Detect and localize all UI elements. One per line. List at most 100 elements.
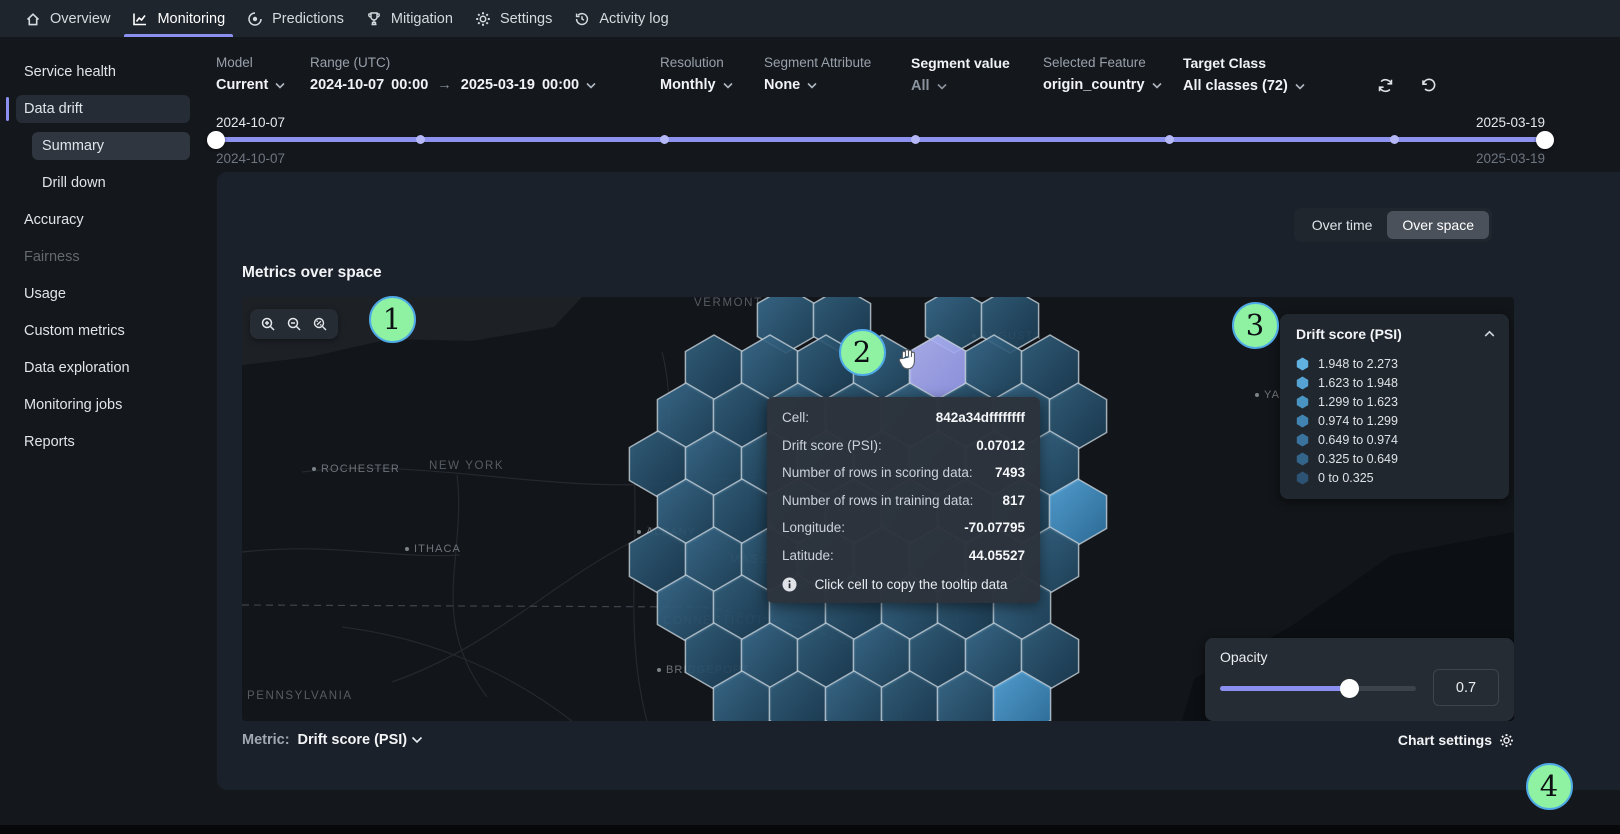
- range-end-label: 2025-03-19: [1476, 115, 1545, 130]
- opacity-slider[interactable]: [1220, 686, 1416, 691]
- legend-range-label: 1.299 to 1.623: [1318, 395, 1398, 409]
- sidebar-item-summary[interactable]: Summary: [32, 132, 190, 160]
- hexagon-swatch-icon: [1296, 471, 1309, 485]
- top-navigation: Overview Monitoring Predictions Mitigati…: [0, 0, 1620, 37]
- target-class-dropdown[interactable]: All classes (72): [1183, 78, 1323, 94]
- sidebar-item-usage[interactable]: Usage: [16, 280, 190, 308]
- legend-range-label: 0 to 0.325: [1318, 471, 1374, 485]
- target-icon: [247, 11, 263, 27]
- chart-settings-button[interactable]: Chart settings: [1398, 732, 1514, 748]
- hand-cursor-icon: [894, 345, 922, 373]
- sidebar-item-drill-down[interactable]: Drill down: [32, 169, 190, 197]
- zoom-in-button[interactable]: [260, 316, 276, 332]
- chevron-down-icon: [1152, 82, 1162, 89]
- view-toggle: Over time Over space: [1294, 208, 1492, 242]
- rotate-ccw-icon: [1420, 77, 1437, 94]
- refresh-button[interactable]: [1377, 77, 1394, 115]
- target-class-field: Target Class All classes (72): [1183, 55, 1323, 115]
- tooltip-row: Number of rows in scoring data:7493: [782, 465, 1025, 481]
- nav-label: Settings: [500, 11, 552, 27]
- sidebar-item-monitoring-jobs[interactable]: Monitoring jobs: [16, 391, 190, 419]
- range-start-label: 2024-10-07: [216, 115, 285, 130]
- sidebar-item-data-drift[interactable]: Data drift: [16, 95, 190, 123]
- legend-items: 1.948 to 2.2731.623 to 1.9481.299 to 1.6…: [1296, 354, 1495, 487]
- tooltip-row-label: Cell:: [782, 410, 809, 426]
- selected-feature-dropdown[interactable]: origin_country: [1043, 77, 1151, 93]
- legend-range-label: 0.649 to 0.974: [1318, 433, 1398, 447]
- hexagon-swatch-icon: [1296, 414, 1309, 428]
- sidebar-item-reports[interactable]: Reports: [16, 428, 190, 456]
- annotation-marker-4: 4: [1526, 763, 1573, 810]
- toggle-over-time[interactable]: Over time: [1297, 211, 1388, 239]
- zoom-out-button[interactable]: [286, 316, 302, 332]
- history-icon: [574, 11, 590, 27]
- gear-icon: [1499, 733, 1514, 748]
- chevron-down-icon: [807, 82, 817, 89]
- chevron-down-icon: [411, 736, 423, 744]
- zoom-out-icon: [286, 316, 302, 332]
- sidebar-item-service-health[interactable]: Service health: [16, 58, 190, 86]
- sidebar-item-accuracy[interactable]: Accuracy: [16, 206, 190, 234]
- legend-title: Drift score (PSI): [1296, 326, 1402, 342]
- range-dropdown[interactable]: 2024-10-07 00:00 → 2025-03-19 00:00: [310, 77, 628, 93]
- zoom-fit-icon: [312, 316, 328, 332]
- resolution-field: Resolution Monthly: [660, 55, 732, 115]
- slider-tick-dot: [660, 135, 669, 144]
- range-end-sublabel: 2025-03-19: [1476, 151, 1545, 166]
- slider-tick-dot: [1390, 135, 1399, 144]
- sidebar-item-custom-metrics[interactable]: Custom metrics: [16, 317, 190, 345]
- tooltip-row: Longitude:-70.07795: [782, 520, 1025, 536]
- filter-toolbar: Model Current Range (UTC) 2024-10-07 00:…: [200, 37, 1620, 115]
- chevron-down-icon: [586, 82, 596, 89]
- nav-item-monitoring[interactable]: Monitoring: [121, 0, 236, 37]
- reset-button[interactable]: [1420, 77, 1437, 115]
- slider-track[interactable]: [216, 137, 1545, 142]
- annotation-marker-1: 1: [369, 296, 416, 343]
- opacity-value-input[interactable]: 0.7: [1433, 669, 1499, 706]
- content-panel: Over time Over space Metrics over space: [217, 172, 1620, 790]
- tooltip-row-value: 44.05527: [969, 548, 1025, 564]
- slider-tick-dot: [416, 135, 425, 144]
- nav-item-activity-log[interactable]: Activity log: [563, 0, 679, 37]
- info-icon: [782, 577, 797, 592]
- legend-item: 1.299 to 1.623: [1296, 392, 1495, 411]
- opacity-slider-handle[interactable]: [1340, 679, 1359, 698]
- nav-label: Predictions: [272, 11, 344, 27]
- hexagon-swatch-icon: [1296, 395, 1309, 409]
- nav-item-settings[interactable]: Settings: [464, 0, 563, 37]
- chevron-down-icon: [937, 83, 947, 90]
- slider-handle-start[interactable]: [207, 131, 225, 149]
- nav-item-overview[interactable]: Overview: [14, 0, 121, 37]
- legend-range-label: 1.948 to 2.273: [1318, 357, 1398, 371]
- legend-item: 1.948 to 2.273: [1296, 354, 1495, 373]
- segment-attribute-field: Segment Attribute None: [764, 55, 879, 115]
- arrow-right-icon: →: [435, 77, 454, 93]
- hexagon-swatch-icon: [1296, 376, 1309, 390]
- metric-dropdown[interactable]: Metric: Drift score (PSI): [242, 732, 423, 748]
- segment-attribute-dropdown[interactable]: None: [764, 77, 879, 93]
- sidebar-item-data-exploration[interactable]: Data exploration: [16, 354, 190, 382]
- gear-icon: [475, 11, 491, 27]
- page-title: Metrics over space: [242, 264, 1492, 282]
- slider-tick-dot: [911, 135, 920, 144]
- tooltip-footer: Click cell to copy the tooltip data: [782, 577, 1025, 592]
- map-footer-row: Metric: Drift score (PSI) Chart settings: [242, 732, 1514, 748]
- legend-range-label: 0.974 to 1.299: [1318, 414, 1398, 428]
- nav-label: Overview: [50, 11, 110, 27]
- nav-item-predictions[interactable]: Predictions: [236, 0, 355, 37]
- nav-item-mitigation[interactable]: Mitigation: [355, 0, 464, 37]
- slider-handle-end[interactable]: [1536, 131, 1554, 149]
- legend-header[interactable]: Drift score (PSI): [1296, 326, 1495, 342]
- tooltip-row-value: 842a34dffffffff: [936, 410, 1025, 426]
- legend-range-label: 0.325 to 0.649: [1318, 452, 1398, 466]
- zoom-fit-button[interactable]: [312, 316, 328, 332]
- resolution-dropdown[interactable]: Monthly: [660, 77, 732, 93]
- sidebar-item-fairness: Fairness: [16, 243, 190, 271]
- nav-label: Monitoring: [157, 11, 225, 27]
- model-dropdown[interactable]: Current: [216, 77, 278, 93]
- tooltip-row-value: -70.07795: [964, 520, 1025, 536]
- segment-value-dropdown[interactable]: All: [911, 78, 1011, 94]
- refresh-icon: [1377, 77, 1394, 94]
- toggle-over-space[interactable]: Over space: [1387, 211, 1489, 239]
- model-field: Model Current: [216, 55, 278, 115]
